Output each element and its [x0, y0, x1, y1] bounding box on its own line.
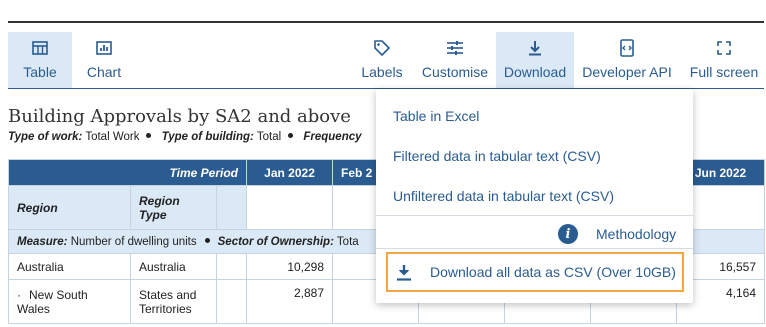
measure-label: Measure:	[17, 235, 68, 248]
download-icon	[396, 264, 412, 281]
code-file-icon	[620, 32, 634, 64]
chart-icon	[96, 32, 112, 64]
customise-button[interactable]: Customise	[418, 32, 492, 88]
region-column-header: Region	[8, 185, 131, 230]
frequency-label: Frequency	[303, 131, 362, 143]
full-screen-label: Full screen	[689, 64, 759, 80]
type-of-work-label: Type of work:	[8, 131, 83, 143]
tag-icon	[373, 32, 391, 64]
region-cell: New South Wales	[8, 279, 131, 324]
region-cell: Australia	[8, 253, 131, 280]
expand-icon	[717, 32, 731, 64]
region-type-cell: States and Territories	[130, 279, 217, 324]
sector-label: Sector of Ownership:	[217, 235, 334, 248]
sector-value: Tota	[336, 235, 359, 248]
sliders-icon	[446, 32, 464, 64]
toolbar: Table Chart Labels Customise Download De…	[8, 32, 764, 88]
menu-item-table-in-excel[interactable]: Table in Excel	[393, 108, 479, 124]
menu-item-methodology[interactable]: i Methodology	[558, 224, 676, 244]
time-period-label: Time Period	[7, 159, 248, 186]
download-label: Download	[503, 64, 567, 80]
menu-divider	[376, 248, 693, 249]
region-type-cell: Australia	[130, 253, 217, 280]
menu-item-download-all-csv[interactable]: Download all data as CSV (Over 10GB)	[386, 252, 684, 292]
filter-summary: Type of work: Total Work Type of buildin…	[8, 131, 362, 143]
download-button[interactable]: Download	[496, 32, 574, 88]
chart-view-label: Chart	[86, 64, 122, 80]
table-view-label: Table	[23, 64, 57, 80]
value-cell: 2,887	[246, 279, 334, 324]
menu-item-unfiltered-csv[interactable]: Unfiltered data in tabular text (CSV)	[393, 188, 614, 204]
download-icon	[528, 32, 542, 64]
download-all-label: Download all data as CSV (Over 10GB)	[430, 264, 676, 280]
labels-label: Labels	[361, 64, 403, 80]
page-title: Building Approvals by SA2 and above	[8, 106, 351, 127]
developer-api-button[interactable]: Developer API	[580, 32, 674, 88]
menu-divider	[376, 215, 693, 216]
type-of-work-value: Total Work	[85, 131, 140, 143]
table-view-button[interactable]: Table	[8, 32, 72, 88]
type-of-building-value: Total	[256, 131, 282, 143]
menu-item-filtered-csv[interactable]: Filtered data in tabular text (CSV)	[393, 148, 601, 164]
period-header[interactable]: Jan 2022	[246, 159, 334, 186]
region-type-column-header: Region Type	[130, 185, 217, 230]
type-of-building-label: Type of building:	[161, 131, 254, 143]
labels-button[interactable]: Labels	[358, 32, 406, 88]
top-rule	[8, 21, 764, 23]
customise-label: Customise	[421, 64, 489, 80]
measure-value: Number of dwelling units	[70, 235, 197, 248]
chart-view-button[interactable]: Chart	[80, 32, 128, 88]
table-icon	[32, 32, 48, 64]
methodology-label: Methodology	[596, 226, 677, 242]
developer-api-label: Developer API	[582, 64, 672, 80]
value-cell: 10,298	[246, 253, 334, 280]
download-menu: Table in Excel Filtered data in tabular …	[376, 89, 693, 303]
full-screen-button[interactable]: Full screen	[684, 32, 764, 88]
info-icon: i	[558, 224, 578, 244]
